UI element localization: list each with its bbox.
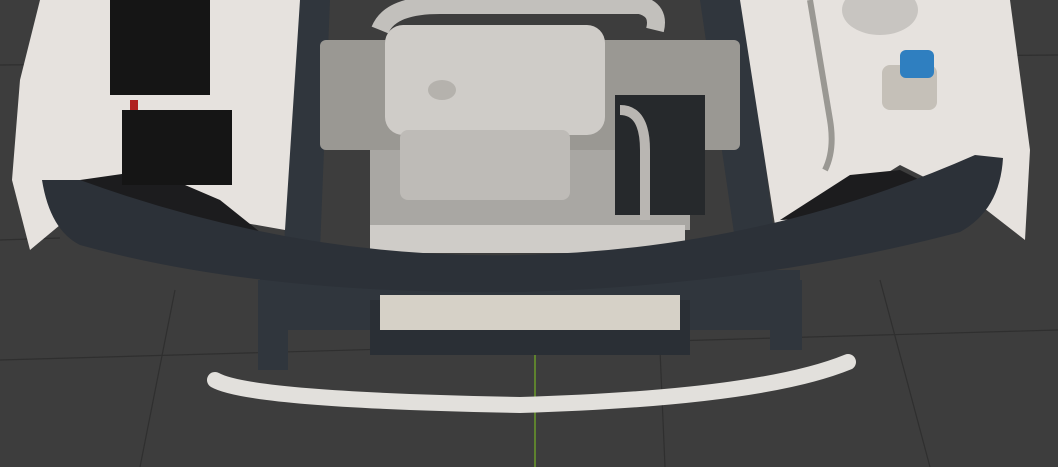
3d-viewport[interactable] [0,0,1058,467]
viewport-scene[interactable] [0,0,1058,467]
lower-bumper-bar [207,354,856,414]
